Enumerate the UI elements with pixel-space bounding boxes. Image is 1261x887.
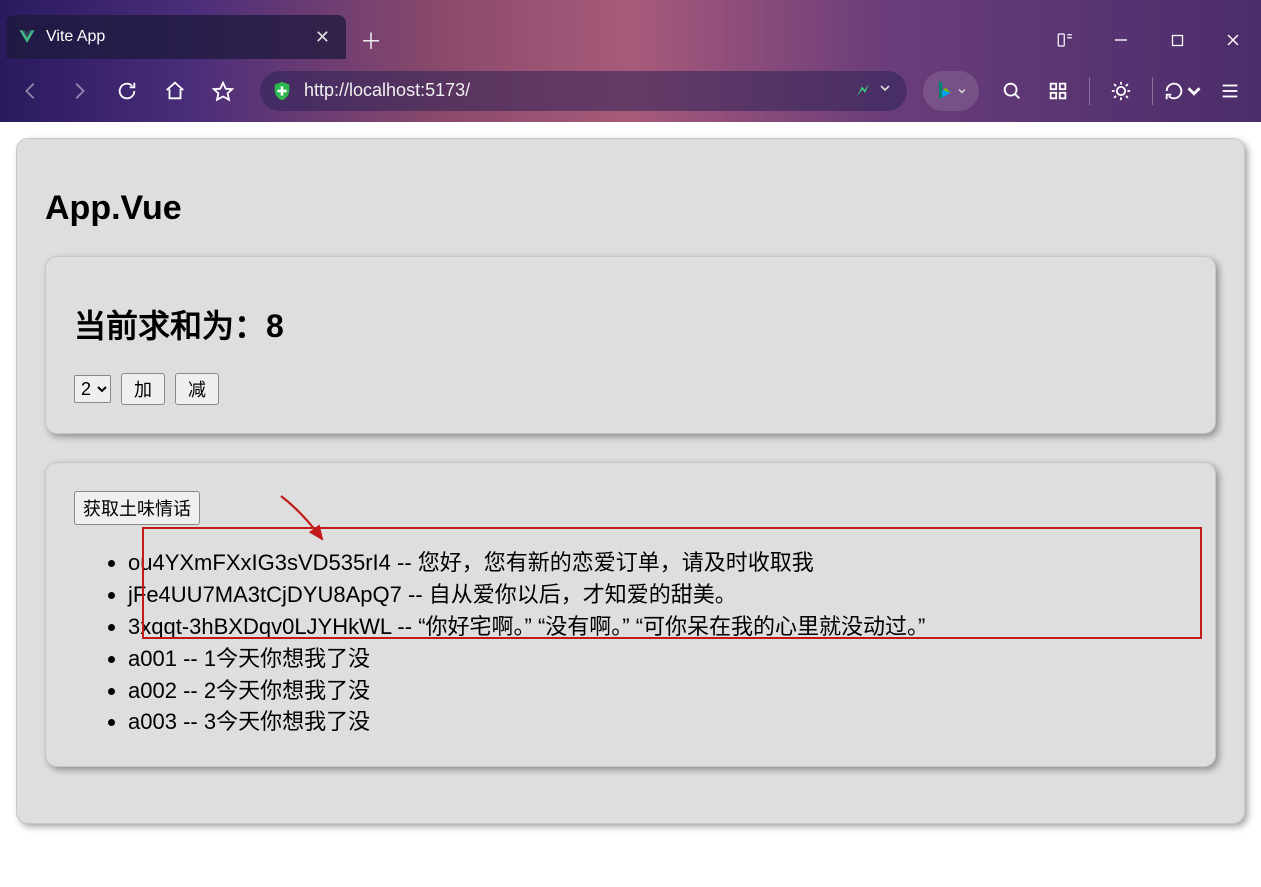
sum-label: 当前求和为： <box>74 308 266 344</box>
browser-chrome: Vite App ✕ ＋ <box>0 0 1261 122</box>
list-item: jFe4UU7MA3tCjDYU8ApQ7 -- 自从爱你以后，才知爱的甜美。 <box>128 579 1187 611</box>
app-shell: App.Vue 当前求和为：8 2 加 减 获取土味情话 <box>16 138 1245 824</box>
window-controls <box>1037 19 1261 59</box>
toolbar-right <box>991 70 1251 112</box>
split-screen-icon[interactable] <box>1037 21 1093 59</box>
favorite-button[interactable] <box>202 70 244 112</box>
url-indicators: 🗲 <box>857 80 893 101</box>
forward-button <box>58 70 100 112</box>
home-button[interactable] <box>154 70 196 112</box>
add-button[interactable]: 加 <box>121 373 165 405</box>
close-window-icon[interactable] <box>1205 21 1261 59</box>
list-item: ou4YXmFXxIG3sVD535rI4 -- 您好，您有新的恋爱订单，请及时… <box>128 547 1187 579</box>
bing-search-button[interactable] <box>923 71 979 111</box>
url-bar[interactable]: http://localhost:5173/ 🗲 <box>260 71 907 111</box>
list-item: a002 -- 2今天你想我了没 <box>128 675 1187 707</box>
chevron-down-icon[interactable] <box>877 80 893 101</box>
tab-close-icon[interactable]: ✕ <box>311 27 334 48</box>
reload-button[interactable] <box>106 70 148 112</box>
bolt-icon[interactable]: 🗲 <box>857 80 869 101</box>
sum-value: 8 <box>266 308 284 344</box>
fetch-talk-button[interactable]: 获取土味情话 <box>74 491 200 525</box>
tab-active[interactable]: Vite App ✕ <box>6 15 346 59</box>
shield-icon <box>270 79 294 103</box>
new-tab-button[interactable]: ＋ <box>352 21 390 59</box>
list-item: a001 -- 1今天你想我了没 <box>128 643 1187 675</box>
step-select[interactable]: 2 <box>74 375 111 403</box>
back-button <box>10 70 52 112</box>
menu-button[interactable] <box>1209 70 1251 112</box>
tab-bar: Vite App ✕ ＋ <box>0 0 1261 59</box>
url-text: http://localhost:5173/ <box>304 80 847 101</box>
theme-button[interactable] <box>1100 70 1142 112</box>
vue-favicon-icon <box>18 28 36 46</box>
undo-button[interactable] <box>1163 70 1205 112</box>
subtract-button[interactable]: 减 <box>175 373 219 405</box>
search-button[interactable] <box>991 70 1033 112</box>
toolbar: http://localhost:5173/ 🗲 <box>0 59 1261 122</box>
apps-button[interactable] <box>1037 70 1079 112</box>
counter-controls: 2 加 减 <box>74 373 1187 405</box>
arrow-annotation-icon <box>278 493 338 553</box>
list-item: 3xqqt-3hBXDqv0LJYHkWL -- “你好宅啊。” “没有啊。” … <box>128 611 1187 643</box>
talk-card: 获取土味情话 ou4YXmFXxIG3sVD535rI4 -- 您好，您有新的恋… <box>45 462 1216 767</box>
sum-display: 当前求和为：8 <box>74 301 1187 347</box>
page-title: App.Vue <box>45 189 1216 228</box>
tab-title: Vite App <box>46 28 301 46</box>
talk-list: ou4YXmFXxIG3sVD535rI4 -- 您好，您有新的恋爱订单，请及时… <box>74 547 1187 738</box>
minimize-icon[interactable] <box>1093 21 1149 59</box>
list-item: a003 -- 3今天你想我了没 <box>128 706 1187 738</box>
maximize-icon[interactable] <box>1149 21 1205 59</box>
counter-card: 当前求和为：8 2 加 减 <box>45 256 1216 434</box>
page-viewport: App.Vue 当前求和为：8 2 加 减 获取土味情话 <box>0 122 1261 840</box>
